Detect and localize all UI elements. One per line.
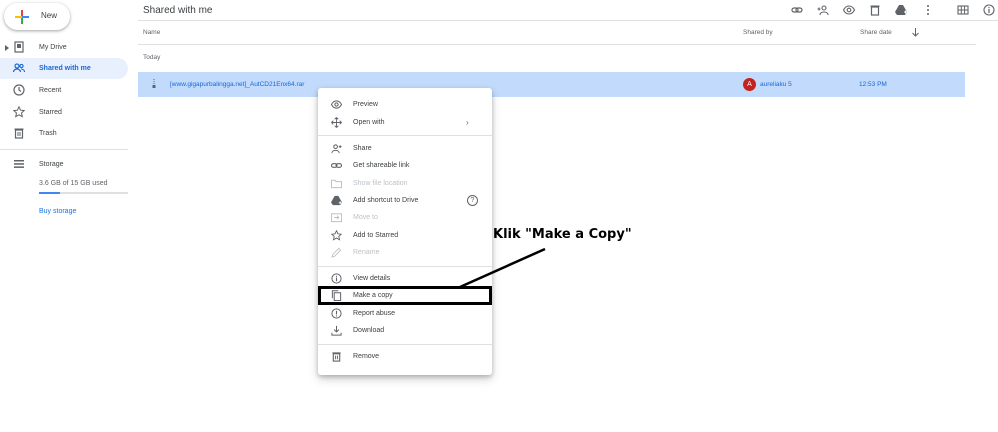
annotation-pointer-line (459, 247, 546, 289)
annotation-label: Klik "Make a Copy" (493, 227, 632, 242)
